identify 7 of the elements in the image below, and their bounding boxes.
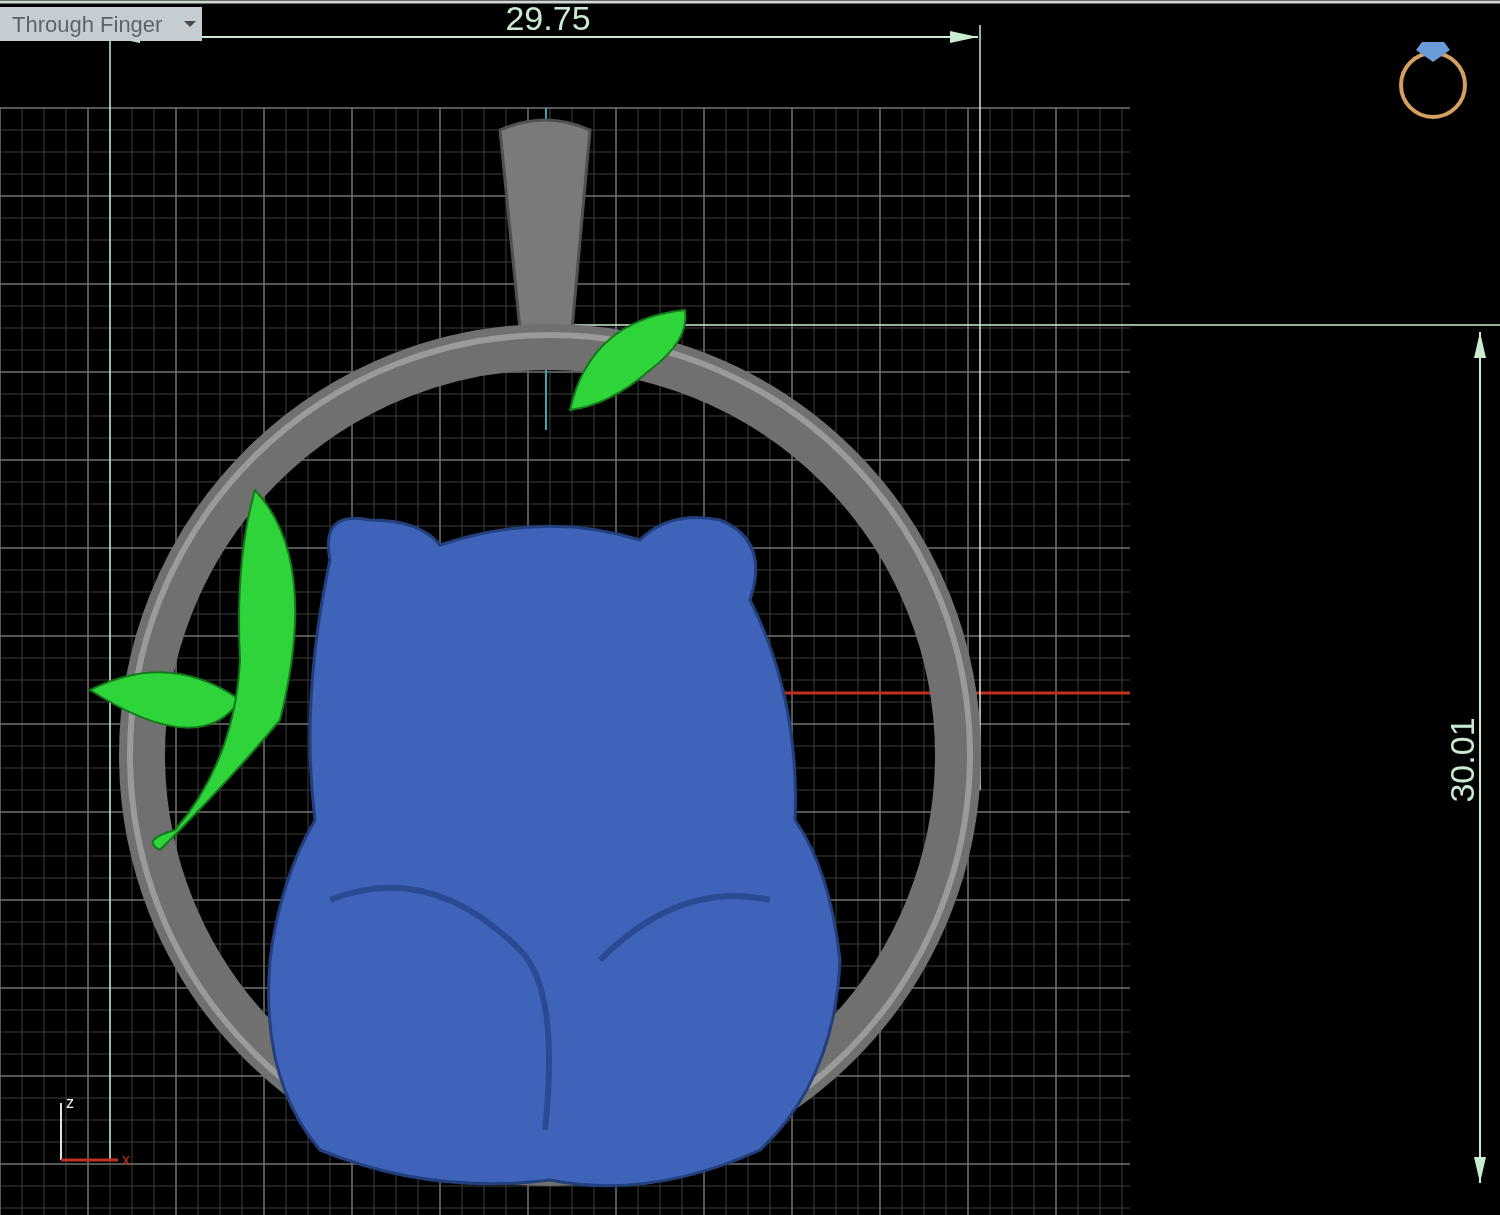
caret-icon (184, 21, 196, 27)
ring-icon[interactable] (1399, 42, 1467, 119)
dimension-value: 30.01 (1443, 717, 1481, 803)
axis-label: x (122, 1151, 130, 1168)
view-mode-dropdown[interactable]: Through Finger (0, 7, 202, 41)
dimension-value: 29.75 (505, 0, 591, 37)
axis-label: z (66, 1094, 74, 1111)
